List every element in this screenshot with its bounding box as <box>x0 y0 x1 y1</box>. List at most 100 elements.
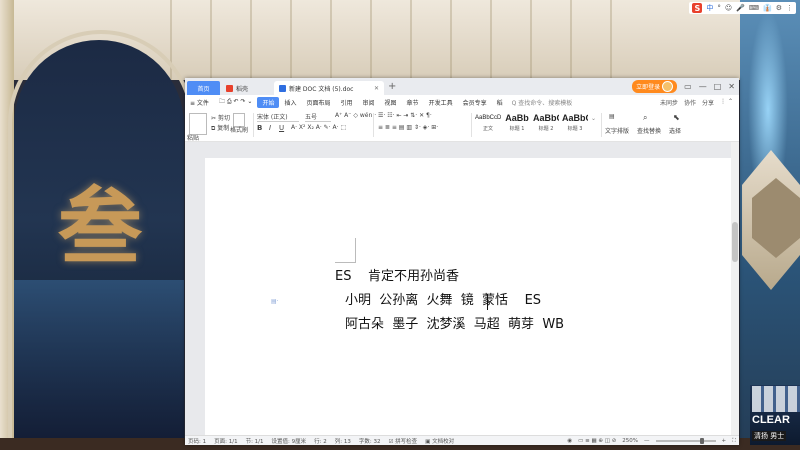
text-tools-icon[interactable]: ▤ <box>609 113 615 120</box>
collaborate-button[interactable]: 协作 <box>684 98 696 107</box>
style-heading-2[interactable]: AaBbC 标题 2 <box>533 112 559 136</box>
sogou-ime-icon[interactable]: S <box>692 3 703 13</box>
ime-settings-icon[interactable]: ⚙ <box>776 4 782 12</box>
tab-docer-label: 稻壳 <box>236 85 249 93</box>
eye-protection-icon[interactable]: ◉ <box>567 438 572 444</box>
close-tab-icon[interactable]: ✕ <box>374 85 379 92</box>
ribbon-divider <box>253 113 254 137</box>
ime-skin-icon[interactable]: 👔 <box>763 4 772 12</box>
paste-button[interactable]: 粘贴 <box>187 133 199 142</box>
menu-review[interactable]: 审阅 <box>358 98 380 107</box>
ime-punctuation-icon[interactable]: ° <box>717 4 721 12</box>
doc-file-icon <box>279 84 286 92</box>
status-word-count[interactable]: 字数: 32 <box>359 437 381 445</box>
minimize-icon[interactable]: — <box>699 82 707 91</box>
ime-language-toggle[interactable]: 中 <box>706 3 713 13</box>
sponsor-subtitle: 清扬 男士 <box>752 431 787 441</box>
underline-button[interactable]: U <box>279 124 284 132</box>
zoom-slider[interactable] <box>655 438 716 444</box>
ime-voice-icon[interactable]: 🎤 <box>736 4 745 12</box>
ribbon-home: 粘贴 ✂ 剪切 ⧉ 复制 格式刷 宋体 (正文) 五号 A⁺ A⁻ ◇ wén … <box>185 109 739 142</box>
tab-home[interactable]: 首页 <box>187 81 220 95</box>
spell-check-button[interactable]: ☑ 拼写检查 <box>388 437 417 445</box>
document-line-1: ES 肯定不用孙尚香 <box>335 269 459 284</box>
gold-logo: 叁 <box>58 177 143 276</box>
paste-icon[interactable] <box>189 113 207 135</box>
menu-docer[interactable]: 稻 <box>492 98 508 107</box>
ribbon-divider <box>373 113 374 137</box>
menu-section[interactable]: 章节 <box>402 98 424 107</box>
login-label: 立即登录 <box>636 84 661 91</box>
sync-status[interactable]: 未同步 <box>660 98 678 107</box>
document-page[interactable]: ▤· ES 肯定不用孙尚香 小明 公孙离 火舞 镜 蒙恬 ES 阿古朵 墨子 沈… <box>205 158 735 438</box>
tab-document[interactable]: 新建 DOC 文档 (5).doc ✕ <box>274 81 384 95</box>
alignment-buttons[interactable]: ≡ ≣ ≡ ▤ ▥ ⇕· ◈· ⊞· <box>378 124 438 131</box>
styles-more-icon[interactable]: ⌄ <box>591 115 596 122</box>
menu-right-group: 未同步 协作 分享 ⋮ ⌃ <box>660 98 739 107</box>
document-line-3: 阿古朵 墨子 沈梦溪 马超 萌芽 WB <box>345 317 565 332</box>
sponsor-bottles <box>752 386 800 412</box>
vertical-scrollbar[interactable] <box>731 142 739 435</box>
menu-developer[interactable]: 开发工具 <box>424 98 458 107</box>
ime-more-icon[interactable]: ⋮ <box>786 4 793 12</box>
status-right-group: ◉ ▭ ≡ ▦ ⊕ ◫ ⊘ 250% — + ⛶ <box>567 438 739 445</box>
scrollbar-thumb[interactable] <box>732 222 738 262</box>
close-window-icon[interactable]: ✕ <box>728 82 735 91</box>
sponsor-brand: CLEAR <box>752 414 790 426</box>
command-search[interactable]: Q 查找命令、搜索模板 <box>508 98 577 107</box>
view-mode-icons[interactable]: ▭ ≡ ▦ ⊕ ◫ ⊘ <box>578 438 616 444</box>
proofread-button[interactable]: ▣ 文档校对 <box>425 437 454 445</box>
status-pages: 页面: 1/1 <box>214 439 238 445</box>
tile-window-icon[interactable]: ▭ <box>684 82 692 91</box>
style-heading-3[interactable]: AaBbC 标题 3 <box>562 112 588 136</box>
more-options-icon[interactable]: ⋮ ⌃ <box>720 98 733 107</box>
paragraph-handle-icon[interactable]: ▤· <box>271 298 279 305</box>
menu-home[interactable]: 开始 <box>257 96 280 108</box>
font-size-select[interactable]: 五号 <box>305 112 331 122</box>
ime-emoji-icon[interactable]: ☺ <box>725 4 732 12</box>
font-size-adjust-icons[interactable]: A⁺ A⁻ ◇ wén · <box>335 112 376 119</box>
find-replace-button[interactable]: 查找替换 <box>637 126 661 135</box>
title-bar: 首页 稻壳 新建 DOC 文档 (5).doc ✕ + 立即登录 ▭ — □ ✕ <box>185 78 739 95</box>
login-button[interactable]: 立即登录 <box>632 80 678 93</box>
zoom-out-button[interactable]: — <box>644 438 650 444</box>
share-button[interactable]: 分享 <box>702 98 714 107</box>
list-buttons[interactable]: ☰· ☷· ⇤ ⇥ ⇅· ✕ ¶· <box>378 112 432 119</box>
menu-page-layout[interactable]: 页面布局 <box>301 98 335 107</box>
tab-docer[interactable]: 稻壳 <box>221 81 273 95</box>
select-button[interactable]: 选择 <box>669 126 681 135</box>
ime-keyboard-icon[interactable]: ⌨ <box>749 4 759 12</box>
style-normal[interactable]: AaBbCcDd 正文 <box>475 112 501 136</box>
zoom-slider-knob[interactable] <box>700 438 705 444</box>
style-normal-preview: AaBbCcDd <box>475 115 501 121</box>
status-row: 行: 2 <box>314 439 327 445</box>
zoom-in-button[interactable]: + <box>722 438 727 444</box>
font-name-select[interactable]: 宋体 (正文) <box>257 112 299 122</box>
find-replace-icon[interactable]: ⌕ <box>643 113 647 123</box>
menu-references[interactable]: 引用 <box>336 98 358 107</box>
tab-document-label: 新建 DOC 文档 (5).doc <box>289 85 354 93</box>
tab-home-label: 首页 <box>197 85 210 93</box>
fit-page-icon[interactable]: ⛶ <box>732 438 736 445</box>
menu-view[interactable]: 视图 <box>380 98 402 107</box>
cut-button[interactable]: ✂ 剪切 <box>211 113 230 122</box>
copy-button[interactable]: ⧉ 复制 <box>211 123 229 133</box>
top-arch-pattern <box>170 0 650 80</box>
bold-button[interactable]: B <box>257 124 262 132</box>
format-painter-button[interactable]: 格式刷 <box>230 125 248 134</box>
maximize-icon[interactable]: □ <box>714 82 722 91</box>
style-heading-1[interactable]: AaBb 标题 1 <box>504 112 530 136</box>
new-tab-button[interactable]: + <box>388 81 396 92</box>
style-normal-label: 正文 <box>482 126 493 132</box>
select-cursor-icon[interactable]: ⬉ <box>673 113 680 122</box>
menu-member[interactable]: 会员专享 <box>458 98 492 107</box>
status-column: 列: 13 <box>334 439 351 445</box>
title-bar-right: 立即登录 ▭ — □ ✕ <box>632 80 735 93</box>
menu-insert[interactable]: 插入 <box>279 98 301 107</box>
avatar <box>662 81 674 92</box>
menu-file[interactable]: ≡ 文件 <box>185 98 214 107</box>
italic-button[interactable]: I <box>269 124 271 132</box>
zoom-level[interactable]: 250% <box>622 438 638 444</box>
font-effects-icons[interactable]: A· X² X₂ A· ✎· A· ⬚ <box>291 124 346 131</box>
text-tools-button[interactable]: 文字排版 <box>605 126 629 135</box>
